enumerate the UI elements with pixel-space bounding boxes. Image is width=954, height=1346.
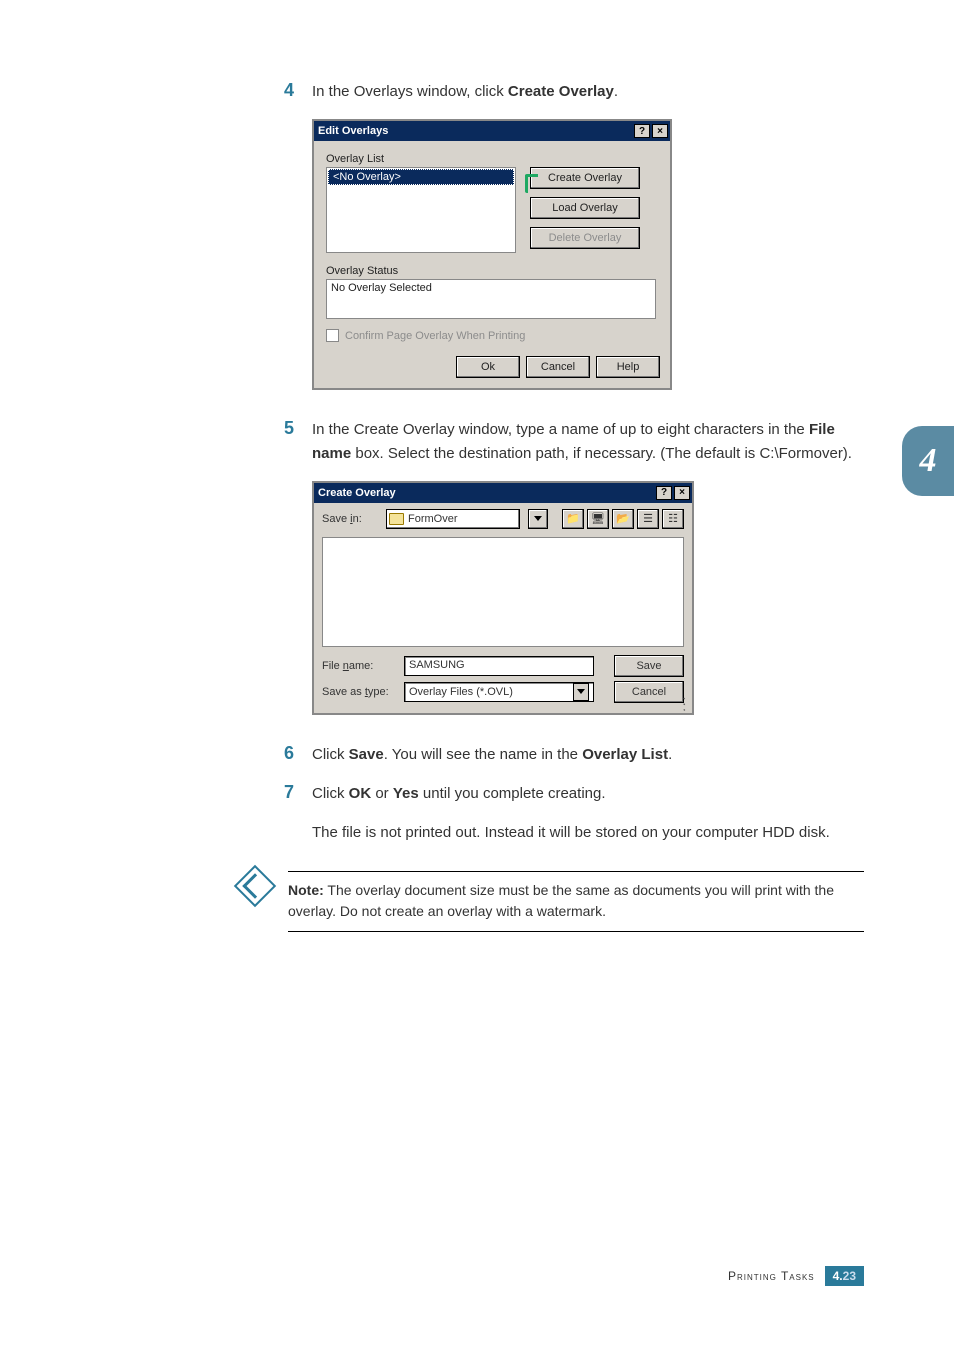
chevron-down-icon [577,689,585,694]
footer-chapter: 4. [833,1269,843,1283]
footer-page: 23 [843,1269,856,1283]
folder-icon [389,513,404,525]
help-button[interactable]: Help [596,356,660,378]
list-view-icon[interactable]: ☰ [637,509,659,529]
divider [288,931,864,932]
load-overlay-button[interactable]: Load Overlay [530,197,640,219]
step-4: 4 In the Overlays window, click Create O… [280,80,864,103]
file-name-label: File name: [322,660,394,672]
step-5: 5 In the Create Overlay window, type a n… [280,418,864,465]
t-bold: Save [349,746,384,763]
note-label: Note: [288,882,324,898]
step-number: 7 [280,782,294,805]
file-list-area[interactable] [322,537,684,647]
dropdown-button[interactable] [528,509,548,529]
dialog-title: Edit Overlays [318,125,388,137]
note-body: The overlay document size must be the sa… [288,882,834,920]
t-bold: OK [349,785,372,802]
t-bold: Yes [393,785,419,802]
step-text: In the Overlays window, click Create Ove… [312,80,864,103]
dialog-titlebar: Create Overlay ? × [314,483,692,503]
close-icon[interactable]: × [674,486,690,500]
cancel-button[interactable]: Cancel [526,356,590,378]
ok-button[interactable]: Ok [456,356,520,378]
close-icon[interactable]: × [652,124,668,138]
t-bold: Overlay List [582,746,668,763]
step-6: 6 Click Save. You will see the name in t… [280,743,864,766]
ul: n [343,660,349,672]
save-button[interactable]: Save [614,655,684,677]
t: . [614,83,618,100]
file-name-input[interactable]: SAMSUNG [404,656,594,676]
step-number: 6 [280,743,294,766]
t-bold: Create Overlay [508,83,614,100]
ul: i [350,513,352,525]
save-type-combo[interactable]: Overlay Files (*.OVL) [404,682,594,702]
overlay-listbox[interactable]: <No Overlay> [326,167,516,253]
delete-overlay-button[interactable]: Delete Overlay [530,227,640,249]
note-text: Note: The overlay document size must be … [288,878,864,925]
t: In the Overlays window, click [312,83,508,100]
step-number: 5 [280,418,294,465]
overlay-status-label: Overlay Status [326,265,660,277]
cancel-button[interactable]: Cancel [614,681,684,703]
create-overlay-button[interactable]: Create Overlay [530,167,640,189]
save-in-label: Save in: [322,513,378,525]
help-icon[interactable]: ? [634,124,650,138]
create-overlay-dialog: Create Overlay ? × Save in: FormOver 📁 🖥… [312,481,694,715]
step-7-para: The file is not printed out. Instead it … [312,821,864,844]
new-folder-icon[interactable]: 📂 [612,509,634,529]
chevron-down-icon [534,516,542,521]
t: . [668,746,672,763]
help-icon[interactable]: ? [656,486,672,500]
thumb-tab: 4 [902,426,954,496]
step-text: In the Create Overlay window, type a nam… [312,418,864,465]
t: or [371,785,393,802]
page-content: 4 In the Overlays window, click Create O… [0,0,954,938]
details-view-icon[interactable]: ☷ [662,509,684,529]
t: box. Select the destination path, if nec… [351,445,852,462]
status-text: No Overlay Selected [331,282,432,294]
save-type-label: Save as type: [322,686,394,698]
ul: t [365,686,368,698]
footer-section-label: Printing Tasks [728,1269,815,1283]
ul: S [636,660,643,672]
step-number: 4 [280,80,294,103]
overlay-list-label: Overlay List [326,153,660,165]
confirm-overlay-label: Confirm Page Overlay When Printing [345,330,525,342]
step-7: 7 Click OK or Yes until you complete cre… [280,782,864,805]
dialog-title: Create Overlay [318,487,396,499]
edit-overlays-dialog: Edit Overlays ? × Overlay List <No Overl… [312,119,672,390]
page-footer: Printing Tasks 4.23 [728,1266,864,1286]
confirm-overlay-checkbox[interactable] [326,329,339,342]
note-icon [234,864,276,906]
t: Click [312,746,349,763]
step-text: Click Save. You will see the name in the… [312,743,864,766]
overlay-status-box: No Overlay Selected [326,279,656,319]
t: until you complete creating. [419,785,606,802]
dialog-titlebar: Edit Overlays ? × [314,121,670,141]
confirm-overlay-row: Confirm Page Overlay When Printing [326,329,660,342]
t: In the Create Overlay window, type a nam… [312,421,809,438]
save-type-value: Overlay Files (*.OVL) [409,686,513,698]
step-text: Click OK or Yes until you complete creat… [312,782,864,805]
dropdown-button[interactable] [573,683,589,701]
desktop-icon[interactable]: 🖥 [587,509,609,529]
save-in-value: FormOver [408,513,458,525]
footer-page-badge: 4.23 [825,1266,864,1286]
save-in-combo[interactable]: FormOver [386,509,520,529]
t: . You will see the name in the [384,746,582,763]
list-item[interactable]: <No Overlay> [328,169,514,185]
up-folder-icon[interactable]: 📁 [562,509,584,529]
t: Click [312,785,349,802]
divider [288,871,864,872]
